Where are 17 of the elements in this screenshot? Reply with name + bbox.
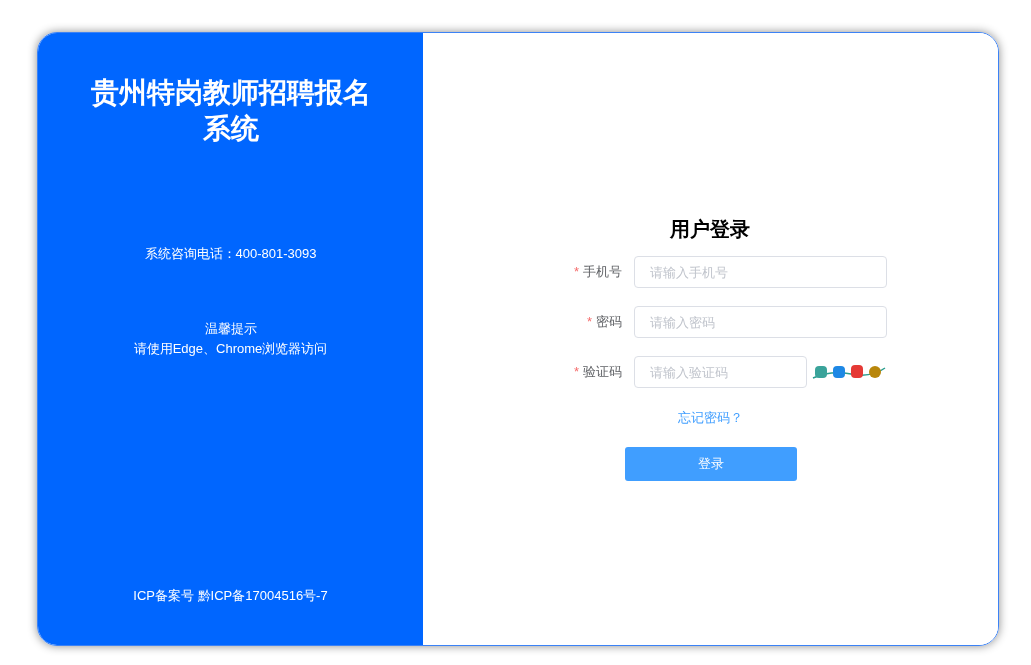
field-label: 手机号 [583,263,622,282]
field-label: 验证码 [583,363,622,382]
phone-text: 系统咨询电话：400-801-3093 [144,245,317,263]
required-mark: * [586,313,592,332]
field-label: 密码 [596,313,622,332]
input-field[interactable]: 请输入验证码 [634,356,807,388]
input-field[interactable]: 请输入密码 [634,306,887,338]
system-title: 贵州特岗教师招聘报名系统 [89,76,372,146]
required-mark: * [573,263,579,282]
tip-text: 请使用Edge、Chrome浏览器访问 [133,339,328,358]
input-field[interactable]: 请输入手机号 [634,256,887,288]
login-heading: 用户登录 [670,217,750,242]
icp-text: ICP备案号 黔ICP备17004516号-7 [133,586,328,605]
required-mark: * [573,363,579,382]
forgot-password-link[interactable]: 忘记密码？ [678,408,743,428]
tip-title: 温馨提示 [204,319,257,338]
login-button[interactable]: 登录 [624,446,797,481]
